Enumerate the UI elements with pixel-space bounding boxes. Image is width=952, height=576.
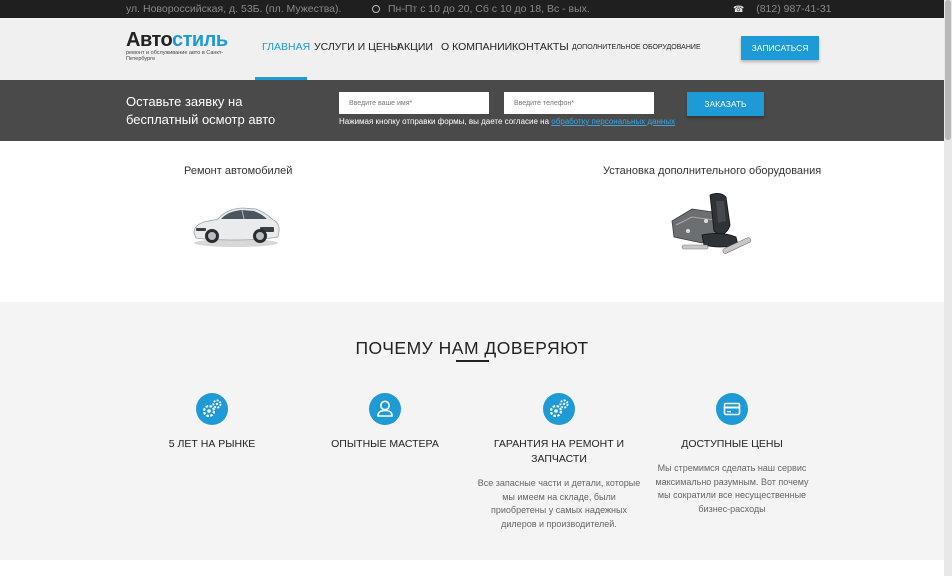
- feature-item: ДОСТУПНЫЕ ЦЕНЫ Мы стремимся сделать наш …: [648, 393, 816, 516]
- request-form-band: Оставьте заявку на бесплатный осмотр авт…: [0, 80, 944, 141]
- services-section: Ремонт автомобилей Установка дополнитель…: [0, 141, 944, 302]
- feature-title: 5 ЛЕТ НА РЫНКЕ: [168, 438, 256, 450]
- logo[interactable]: Автостиль ремонт и обслуживание авто в С…: [126, 30, 246, 62]
- phone-input[interactable]: [504, 92, 654, 114]
- order-button[interactable]: ЗАКАЗАТЬ: [687, 92, 764, 116]
- feature-item: 5 ЛЕТ НА РЫНКЕ: [128, 393, 296, 452]
- feature-item: ГАРАНТИЯ НА РЕМОНТ И ЗАПЧАСТИ Все запасн…: [475, 393, 643, 531]
- logo-brand: Автостиль: [126, 30, 246, 50]
- service-title-repair[interactable]: Ремонт автомобилей: [184, 165, 292, 177]
- logo-part-1: Авто: [126, 29, 172, 51]
- phone-icon: ☎: [733, 4, 745, 14]
- phone-block[interactable]: ☎ (812) 987-41-31: [733, 3, 832, 15]
- logo-tagline: ремонт и обслуживание авто в Санкт-Петер…: [126, 50, 224, 62]
- nav-item-contacts[interactable]: КОНТАКТЫ: [512, 41, 569, 53]
- name-input[interactable]: [339, 92, 489, 114]
- seat-equipment-image[interactable]: [662, 191, 754, 261]
- feature-title: ОПЫТНЫЕ МАСТЕРА: [331, 438, 439, 450]
- logo-part-2: стиль: [171, 29, 228, 51]
- consent-text: Нажимая кнопку отправки формы, вы даете …: [339, 117, 675, 126]
- working-hours: Пн-Пт с 10 до 20, Сб с 10 до 18, Вс - вы…: [372, 3, 590, 15]
- signup-button[interactable]: ЗАПИСАТЬСЯ: [741, 36, 819, 60]
- why-trust-section: ПОЧЕМУ НАМ ДОВЕРЯЮТ 5 ЛЕТ НА РЫНКЕ ОПЫТН…: [0, 302, 944, 560]
- privacy-link[interactable]: обработку персональных данных: [551, 117, 675, 126]
- nav-item-promotions[interactable]: АКЦИИ: [397, 41, 433, 53]
- feature-description: Мы стремимся сделать наш сервис максимал…: [655, 463, 809, 514]
- nav-item-about[interactable]: О КОМПАНИИ: [441, 41, 512, 53]
- top-info-bar: ул. Новороссийская, д. 53Б. (пл. Мужеств…: [0, 0, 944, 18]
- nav-item-home[interactable]: ГЛАВНАЯ: [262, 41, 310, 53]
- scrollbar-thumb[interactable]: [945, 0, 951, 140]
- site-header: Автостиль ремонт и обслуживание авто в С…: [0, 18, 944, 80]
- user-icon: [369, 393, 401, 425]
- form-lead-text: Оставьте заявку на бесплатный осмотр авт…: [126, 94, 276, 127]
- clock-icon: [372, 5, 380, 13]
- consent-prefix: Нажимая кнопку отправки формы, вы даете …: [339, 117, 552, 126]
- gears-icon: [543, 393, 575, 425]
- page-bottom: [0, 560, 944, 576]
- heading-underline: [456, 360, 489, 362]
- feature-title: ДОСТУПНЫЕ ЦЕНЫ: [681, 438, 783, 450]
- address-text: ул. Новороссийская, д. 53Б. (пл. Мужеств…: [126, 3, 342, 15]
- gears-icon: [196, 393, 228, 425]
- service-title-equipment[interactable]: Установка дополнительного оборудования: [603, 165, 821, 177]
- feature-item: ОПЫТНЫЕ МАСТЕРА: [301, 393, 469, 452]
- credit-card-icon: [716, 393, 748, 425]
- phone-number[interactable]: (812) 987-41-31: [756, 3, 831, 15]
- car-image[interactable]: [190, 199, 282, 249]
- vertical-scrollbar[interactable]: [944, 0, 952, 576]
- nav-item-services[interactable]: УСЛУГИ И ЦЕНЫ: [314, 41, 400, 53]
- hours-text: Пн-Пт с 10 до 20, Сб с 10 до 18, Вс - вы…: [388, 3, 590, 15]
- feature-description: Все запасные части и детали, которые мы …: [477, 478, 641, 529]
- section-heading: ПОЧЕМУ НАМ ДОВЕРЯЮТ: [355, 338, 589, 358]
- nav-item-equipment[interactable]: ДОПОЛНИТЕЛЬНОЕ ОБОРУДОВАНИЕ: [572, 44, 701, 51]
- feature-title: ГАРАНТИЯ НА РЕМОНТ И ЗАПЧАСТИ: [493, 438, 625, 465]
